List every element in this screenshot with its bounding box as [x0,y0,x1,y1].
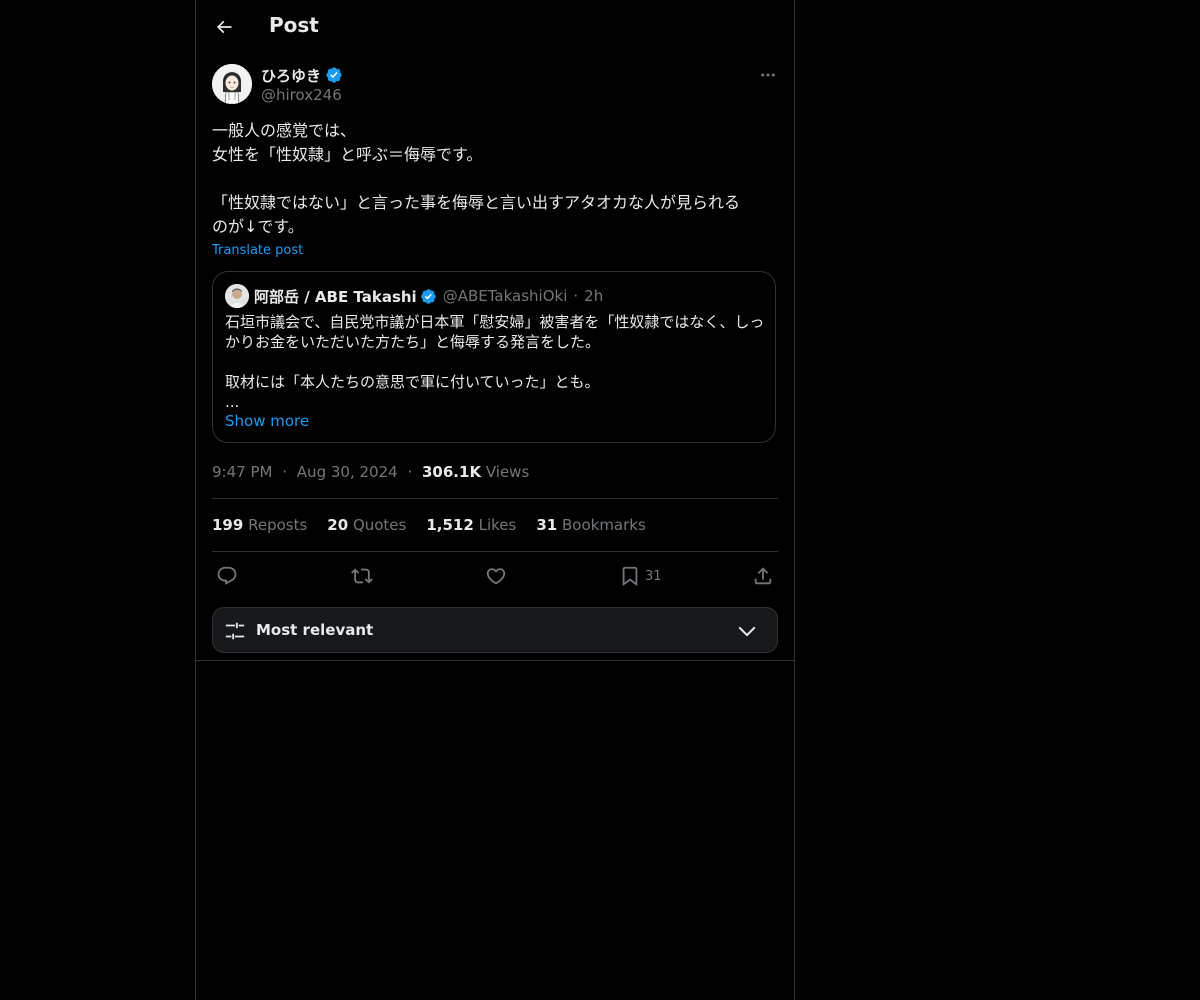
quoted-handle: @ABETakashiOki [442,287,568,305]
arrow-left-icon [216,20,232,34]
quoted-text-line: 取材には「本人たちの意思で軍に付いていった」とも。 [225,373,600,391]
quoted-post[interactable]: 阿部岳 / ABE Takashi @ABETakashiOki · 2h 石垣… [212,271,776,443]
author-name-row: ひろゆき [261,65,343,85]
quoted-text-line: ... [225,393,240,411]
repost-button[interactable] [351,562,373,590]
post-date[interactable]: Aug 30, 2024 [297,463,398,481]
quotes-label: Quotes [352,516,407,534]
heart-icon [486,568,506,585]
share-button[interactable] [752,562,774,590]
meta-separator: · [282,463,288,481]
quotes-count: 20 [327,516,349,534]
bookmarks-stat[interactable]: 31 Bookmarks [536,516,645,534]
quoted-author-avatar [225,284,249,308]
quoted-text-line [225,352,765,372]
bookmark-count: 31 [645,568,662,584]
post-text-line: 一般人の感覚では、 [212,121,357,140]
reply-button[interactable] [216,562,238,590]
bookmarks-label: Bookmarks [561,516,646,534]
author-display-name[interactable]: ひろゆき [261,65,321,86]
divider [196,660,794,661]
reposts-label: Reposts [248,516,308,534]
quoted-display-name: 阿部岳 / ABE Takashi [254,287,417,306]
translate-post-link[interactable]: Translate post [212,243,303,258]
verified-badge-icon [420,288,436,304]
views-label: Views [485,463,530,481]
likes-count: 1,512 [426,516,474,534]
post-actions: 31 [196,562,794,590]
show-more-link[interactable]: Show more [225,412,309,430]
quoted-separator: · [573,287,579,305]
divider [212,498,778,499]
main-column: Post ひろゆき @hirox246 一般人の感覚では、 女性を「性奴隷」と呼… [195,0,795,1000]
quoted-text: 石垣市議会で、自民党市議が日本軍「慰安婦」被害者を「性奴隷ではなく、しっ かりお… [225,312,765,412]
more-horizontal-icon [761,73,775,77]
likes-label: Likes [478,516,517,534]
post-text-line: 「性奴隷ではない」と言った事を侮辱と言い出すアタオカな人が見られる [212,193,741,212]
quotes-stat[interactable]: 20 Quotes [327,516,406,534]
quoted-header: 阿部岳 / ABE Takashi @ABETakashiOki · 2h [254,286,603,306]
quoted-avatar-image [225,284,249,308]
post-time[interactable]: 9:47 PM [212,463,272,481]
more-options-button[interactable] [752,62,784,88]
repost-icon [351,568,373,584]
sort-label: Most relevant [256,621,374,639]
quoted-text-line: 石垣市議会で、自民党市議が日本軍「慰安婦」被害者を「性奴隷ではなく、しっ [225,313,765,331]
post-text-line [212,167,778,191]
reposts-count: 199 [212,516,244,534]
post-text-line: のが↓です。 [212,217,304,236]
post-text-line: 女性を「性奴隷」と呼ぶ＝侮辱です。 [212,145,483,164]
sliders-icon [225,622,245,640]
author-handle[interactable]: @hirox246 [261,86,342,104]
quoted-time: 2h [584,287,604,305]
author-avatar-image [212,64,252,104]
share-icon [754,567,772,585]
post-stats: 199 Reposts 20 Quotes 1,512 Likes 31 Boo… [212,516,666,534]
bookmark-icon [622,566,638,587]
reposts-stat[interactable]: 199 Reposts [212,516,307,534]
post-text: 一般人の感覚では、 女性を「性奴隷」と呼ぶ＝侮辱です。 「性奴隷ではない」と言っ… [212,119,778,239]
author-avatar[interactable] [212,64,252,104]
chevron-down-icon [738,626,756,637]
post-meta: 9:47 PM · Aug 30, 2024 · 306.1K Views [212,463,529,481]
like-button[interactable] [485,562,507,590]
divider [212,551,778,552]
meta-separator: · [407,463,413,481]
header: Post [196,0,794,54]
replies-sort-dropdown[interactable]: Most relevant [212,607,778,653]
verified-badge-icon [326,67,342,83]
bookmark-button[interactable]: 31 [619,562,662,590]
quoted-text-line: かりお金をいただいた方たち」と侮辱する発言をした。 [225,333,601,351]
page-title: Post [269,13,319,37]
views-count: 306.1K [422,463,482,481]
reply-icon [217,566,237,585]
bookmarks-count: 31 [536,516,558,534]
likes-stat[interactable]: 1,512 Likes [426,516,516,534]
back-button[interactable] [207,10,241,44]
